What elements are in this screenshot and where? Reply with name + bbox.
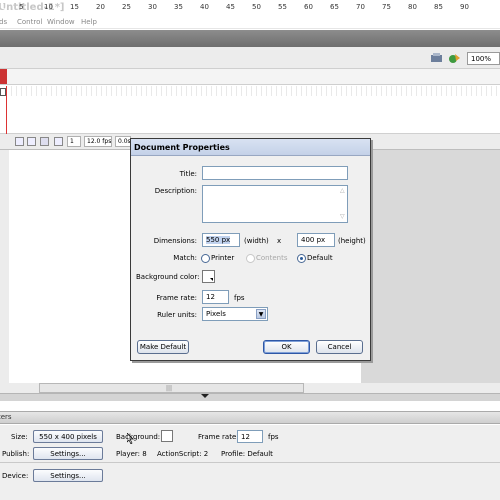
frame-rate-display: 12.0 fps — [84, 136, 112, 147]
zoom-select[interactable]: 100% — [467, 52, 500, 65]
match-printer-radio[interactable] — [201, 254, 210, 263]
publish-label: Publish: — [2, 450, 30, 458]
elapsed-time: 0.0s — [115, 136, 131, 147]
timeline-frames[interactable] — [7, 86, 500, 96]
chevron-down-icon[interactable]: ▼ — [256, 309, 266, 319]
dialog-title: Document Properties — [134, 143, 230, 152]
playhead[interactable] — [0, 69, 7, 84]
device-settings-button[interactable]: Settings... — [33, 469, 103, 482]
dialog-frame-rate-input[interactable]: 12 — [202, 290, 229, 304]
title-input[interactable] — [202, 166, 348, 180]
match-default-radio[interactable] — [297, 254, 306, 263]
document-tab-band — [0, 30, 500, 47]
dialog-fps-label: fps — [234, 294, 245, 302]
title-label: Title: — [179, 170, 197, 178]
ruler-number: 80 — [408, 3, 417, 11]
ruler-number: 55 — [278, 3, 287, 11]
ruler-units-label: Ruler units: — [157, 311, 197, 319]
ruler-units-select[interactable]: Pixels ▼ — [202, 307, 268, 321]
ruler-number: 30 — [148, 3, 157, 11]
scroll-grip-icon[interactable]: ||| — [166, 385, 172, 392]
edit-symbols-icon[interactable] — [448, 52, 461, 65]
ruler-number: 45 — [226, 3, 235, 11]
match-default-label: Default — [307, 254, 333, 262]
onion-outline-icon[interactable] — [40, 137, 49, 146]
ruler-number: 85 — [434, 3, 443, 11]
menu-commands[interactable]: ds — [0, 18, 7, 26]
properties-panel-header[interactable] — [0, 411, 500, 424]
ruler-number: 70 — [356, 3, 365, 11]
fps-label: fps — [268, 433, 279, 441]
ruler-number: 75 — [382, 3, 391, 11]
pasteboard-right — [361, 150, 500, 383]
ruler-number: 10 — [44, 3, 53, 11]
height-input[interactable]: 400 px — [297, 233, 335, 247]
description-label: Description: — [154, 187, 197, 195]
make-default-button[interactable]: Make Default — [137, 340, 189, 354]
separator — [0, 462, 500, 463]
current-frame: 1 — [67, 136, 81, 147]
window-title: Untitled-1*] — [0, 2, 65, 13]
edit-bar — [0, 47, 500, 69]
pasteboard — [9, 150, 39, 383]
scroll-down-icon[interactable]: ▽ — [340, 213, 345, 220]
width-value: 550 px — [206, 236, 231, 244]
background-label: Background: — [116, 433, 161, 441]
timeline-ruler[interactable] — [0, 69, 500, 85]
panel-divider[interactable] — [0, 393, 500, 401]
frame-rate-input[interactable]: 12 — [237, 430, 263, 443]
menu-bar — [0, 16, 500, 29]
ruler-number: 1 — [1, 3, 6, 11]
ruler-number: 5 — [19, 3, 24, 11]
background-color-label: Background color: — [136, 273, 200, 281]
actionscript-version: ActionScript: 2 — [157, 450, 209, 458]
height-suffix: (height) — [338, 237, 366, 245]
ok-button[interactable]: OK — [263, 340, 310, 354]
menu-help[interactable]: Help — [81, 18, 97, 26]
ruler-number: 35 — [174, 3, 183, 11]
ruler-number: 90 — [460, 3, 469, 11]
picker-arrow-icon — [210, 278, 213, 281]
size-label: Size: — [11, 433, 28, 441]
collapse-arrow-icon[interactable] — [201, 394, 209, 398]
device-label: Device: — [2, 472, 29, 480]
profile-label: Profile: Default — [221, 450, 273, 458]
ruler-number: 20 — [96, 3, 105, 11]
ruler-units-value: Pixels — [206, 310, 226, 318]
center-frame-icon[interactable] — [15, 137, 24, 146]
player-version: Player: 8 — [116, 450, 147, 458]
description-input[interactable] — [202, 185, 348, 223]
ruler-number: 40 — [200, 3, 209, 11]
ruler-number: 60 — [304, 3, 313, 11]
cancel-button[interactable]: Cancel — [316, 340, 363, 354]
edit-scene-icon[interactable] — [430, 52, 443, 65]
properties-panel-title: ters — [0, 413, 12, 421]
publish-settings-button[interactable]: Settings... — [33, 447, 103, 460]
frame-rate-label: Frame rate: — [198, 433, 239, 441]
match-contents-label: Contents — [256, 254, 288, 262]
background-color-swatch[interactable] — [161, 430, 173, 442]
menu-control[interactable]: Control — [17, 18, 42, 26]
dialog-frame-rate-label: Frame rate: — [156, 294, 197, 302]
ruler-number: 50 — [252, 3, 261, 11]
dimensions-label: Dimensions: — [153, 237, 197, 245]
menu-window[interactable]: Window — [47, 18, 75, 26]
edit-multiple-frames-icon[interactable] — [54, 137, 63, 146]
width-suffix: (width) — [244, 237, 269, 245]
scroll-up-icon[interactable]: △ — [340, 187, 345, 194]
match-contents-radio — [246, 254, 255, 263]
match-label: Match: — [173, 254, 197, 262]
width-input[interactable]: 550 px — [202, 233, 240, 247]
onion-skin-icon[interactable] — [27, 137, 36, 146]
ruler-number: 25 — [122, 3, 131, 11]
size-button[interactable]: 550 x 400 pixels — [33, 430, 103, 443]
match-printer-label: Printer — [211, 254, 235, 262]
ruler-number: 65 — [330, 3, 339, 11]
ruler-number: 15 — [70, 3, 79, 11]
dimension-x-label: x — [277, 237, 282, 245]
background-color-picker[interactable] — [202, 270, 215, 283]
